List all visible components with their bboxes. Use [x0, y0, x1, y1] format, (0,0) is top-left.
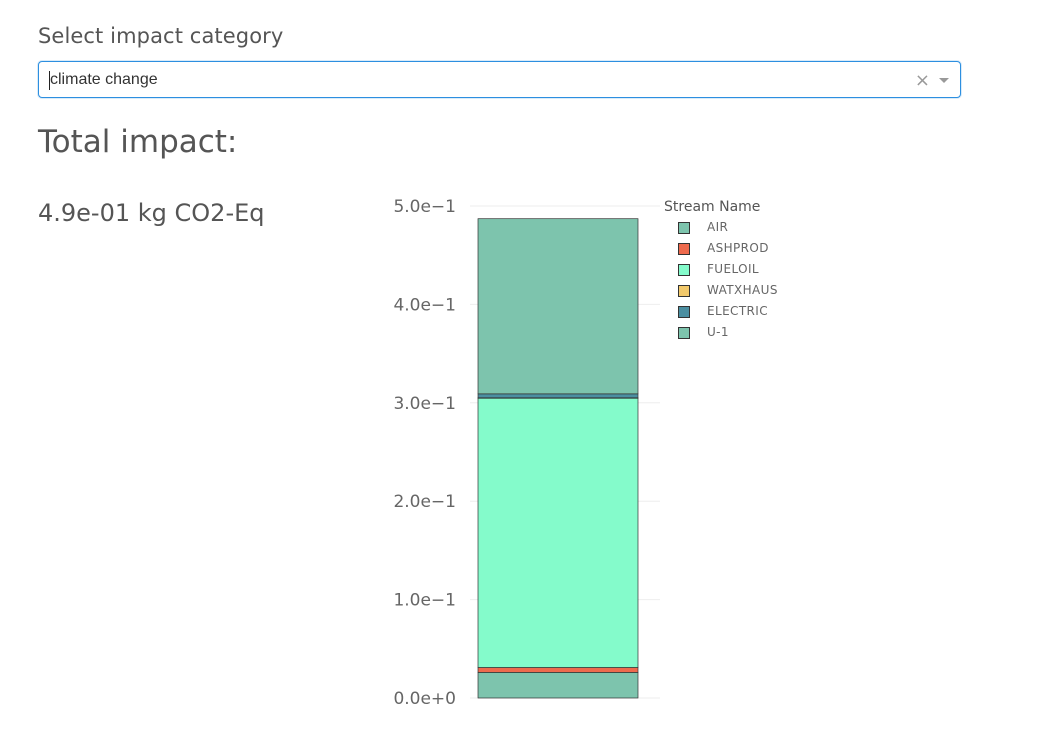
legend-item-electric[interactable]: ELECTRIC	[664, 303, 768, 324]
y-tick-label: 4.0e−1	[393, 295, 456, 315]
legend-item-ashprod[interactable]: ASHPROD	[664, 240, 769, 261]
y-tick-label: 3.0e−1	[393, 394, 456, 414]
bar-segment-fueloil[interactable]	[477, 397, 639, 668]
legend-item-watxhaus[interactable]: WATXHAUS	[664, 282, 777, 303]
y-tick-label: 0.0e+0	[393, 689, 456, 709]
y-tick-label: 5.0e−1	[393, 197, 456, 217]
legend-item-air[interactable]: AIR	[664, 219, 760, 240]
legend-swatch	[678, 243, 690, 255]
legend-swatch	[678, 285, 690, 297]
bar-segment-electric[interactable]	[477, 393, 639, 399]
legend-swatch	[678, 222, 690, 234]
bar-segment-air[interactable]	[477, 672, 639, 699]
legend-label: WATXHAUS	[707, 283, 778, 297]
bar-segment-u-1[interactable]	[477, 218, 639, 395]
y-tick-label: 2.0e−1	[393, 492, 456, 512]
legend-label: ELECTRIC	[707, 304, 769, 318]
legend-swatch	[678, 306, 690, 318]
legend-title: Stream Name	[664, 199, 761, 215]
legend-label: FUELOIL	[707, 262, 759, 276]
legend-label: U-1	[707, 325, 729, 339]
legend-label: ASHPROD	[707, 241, 769, 255]
legend-item-fueloil[interactable]: FUELOIL	[664, 261, 760, 282]
impact-chart: 0.0e+0 1.0e−1 2.0e−1 3.0e−1 4.0e−1 5.0e−1	[393, 197, 660, 709]
legend-item-u-1[interactable]: U-1	[664, 324, 760, 345]
chart-legend: Stream Name AIR ASHPROD FUELOIL WATXHAUS ELE…	[664, 199, 777, 345]
y-tick-label: 1.0e−1	[393, 591, 456, 611]
legend-swatch	[678, 264, 690, 276]
bar-segment-ashprod[interactable]	[477, 667, 639, 673]
legend-label: AIR	[707, 220, 729, 234]
legend-swatch	[678, 327, 690, 339]
